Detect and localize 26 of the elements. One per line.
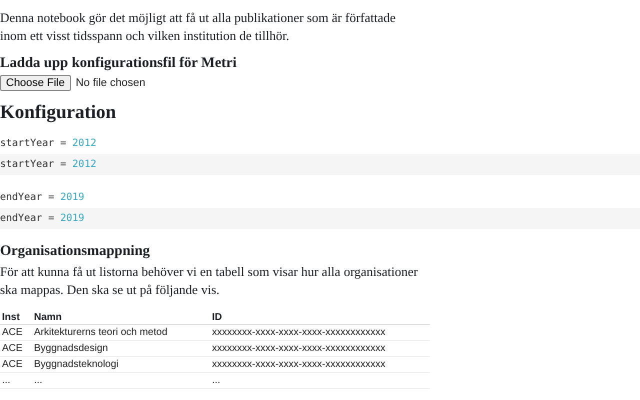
table-cell: Byggnadsdesign <box>32 340 210 356</box>
column-header: Namn <box>32 311 210 324</box>
mapping-heading: Organisationsmappning <box>0 242 151 261</box>
code-cell: startYear = 2012 <box>0 154 640 175</box>
table-cell: xxxxxxxx-xxxx-xxxx-xxxx-xxxxxxxxxxxx <box>210 324 430 340</box>
table-cell: Arkitekturerns teori och metod <box>32 324 210 340</box>
intro-paragraph: Denna notebook gör det möjligt att få ut alla publikationer som är författade inom ett visst tidsspann och vilken institution de tillhör. <box>0 9 397 45</box>
cell-output: endYear = 2019 <box>0 191 86 205</box>
table-cell: ACE <box>0 356 32 372</box>
table-cell: ACE <box>0 340 32 356</box>
table-cell: xxxxxxxx-xxxx-xxxx-xxxx-xxxxxxxxxxxx <box>210 340 430 356</box>
cell-output: startYear = 2012 <box>0 137 98 151</box>
table-cell: ... <box>32 372 210 388</box>
table-cell: Byggnadsteknologi <box>32 356 210 372</box>
column-header: Inst <box>0 311 32 324</box>
column-header: ID <box>210 311 430 324</box>
table-cell: ... <box>210 372 430 388</box>
table-cell: xxxxxxxx-xxxx-xxxx-xxxx-xxxxxxxxxxxx <box>210 356 430 372</box>
choose-file-button[interactable]: Choose File <box>0 75 71 91</box>
file-status: No file chosen <box>76 77 146 89</box>
config-heading: Konfiguration <box>0 101 118 125</box>
mapping-paragraph: För att kunna få ut listorna behöver vi en tabell som visar hur alla organisationer ska mappas. Den ska se ut på följande vis. <box>0 263 419 299</box>
table-cell: ... <box>0 372 32 388</box>
code-cell: endYear = 2019 <box>0 208 640 229</box>
upload-heading: Ladda upp konfigurationsfil för Metri <box>0 54 238 73</box>
table-cell: ACE <box>0 324 32 340</box>
